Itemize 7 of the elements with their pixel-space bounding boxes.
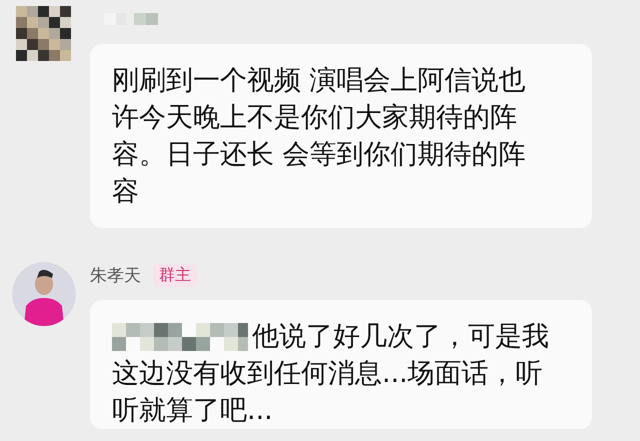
message-text: 刚刷到一个视频 演唱会上阿信说也许今天晚上不是你们大家期待的阵容。日子还长 会等到你们期待的阵容 xyxy=(112,64,527,209)
pixelated-name xyxy=(104,13,160,25)
message-text: 他说了好几次了，可是我 xyxy=(252,320,549,354)
avatar xyxy=(12,262,76,326)
sender-name: 朱孝天 xyxy=(90,264,141,286)
message-text: 这边没有收到任何消息...场面话，听听就算了吧... xyxy=(112,357,544,428)
owner-badge: 群主 xyxy=(153,264,197,286)
